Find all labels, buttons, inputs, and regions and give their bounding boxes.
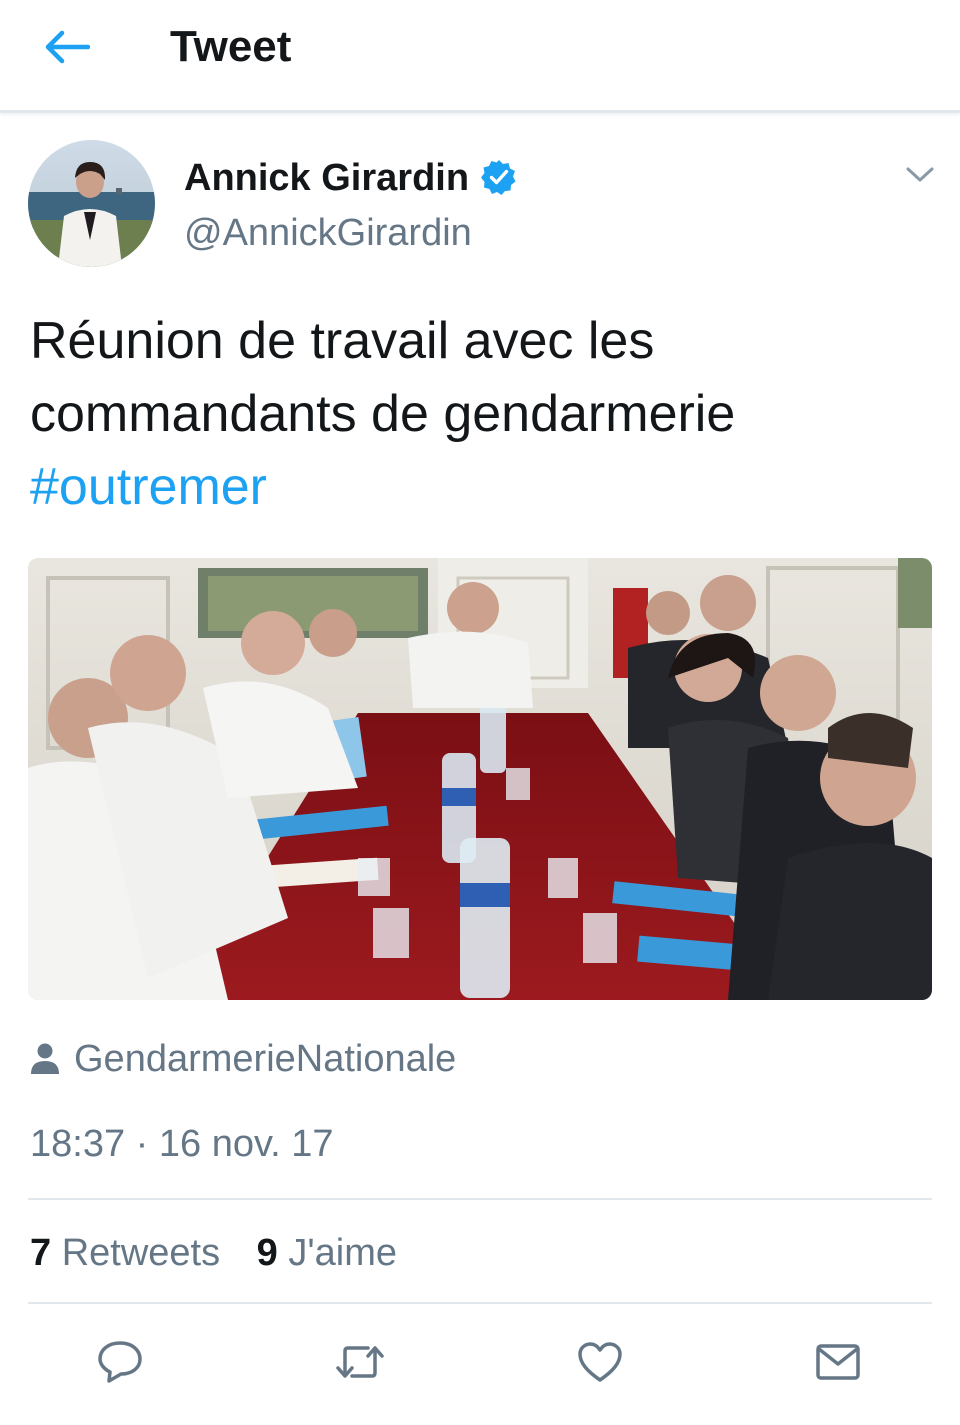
meeting-photo	[28, 558, 932, 1000]
more-options-button[interactable]	[900, 160, 940, 190]
likes-count: 9	[256, 1232, 278, 1274]
back-button[interactable]	[40, 25, 94, 69]
author-display-name[interactable]: Annick Girardin	[184, 155, 469, 201]
tweet-text: Réunion de travail avec les commandants …	[30, 305, 930, 524]
retweets-stat[interactable]: 7 Retweets	[30, 1228, 220, 1278]
avatar[interactable]	[28, 140, 155, 267]
arrow-left-icon	[45, 30, 90, 64]
likes-stat[interactable]: 9 J'aime	[257, 1228, 397, 1278]
divider	[28, 1302, 932, 1304]
top-bar: Tweet	[0, 0, 960, 113]
reply-icon	[98, 1341, 142, 1383]
retweets-count: 7	[30, 1232, 52, 1274]
heart-icon	[578, 1342, 622, 1382]
page-title: Tweet	[170, 22, 292, 71]
chevron-down-icon	[906, 167, 934, 182]
media-credit-user[interactable]: GendarmerieNationale	[74, 1038, 456, 1081]
share-button[interactable]	[808, 1332, 868, 1392]
retweet-icon	[336, 1346, 384, 1378]
retweets-label: Retweets	[61, 1232, 221, 1274]
author-handle[interactable]: @AnnickGirardin	[184, 210, 472, 256]
action-bar	[0, 1320, 960, 1400]
divider	[28, 1198, 932, 1200]
retweet-button[interactable]	[330, 1332, 390, 1392]
hashtag-link[interactable]: #outremer	[30, 451, 930, 524]
verified-badge-icon	[481, 159, 517, 195]
reply-button[interactable]	[90, 1332, 150, 1392]
media-credit: GendarmerieNationale	[30, 1034, 456, 1084]
tweet-text-line: Réunion de travail avec les	[30, 312, 655, 370]
tweet-photo[interactable]	[28, 558, 932, 1000]
avatar-photo	[28, 140, 155, 267]
person-icon	[31, 1043, 59, 1074]
envelope-icon	[816, 1344, 860, 1380]
like-button[interactable]	[570, 1332, 630, 1392]
tweet-timestamp: 18:37 · 16 nov. 17	[30, 1123, 334, 1165]
tweet-stats: 7 Retweets 9 J'aime	[30, 1228, 423, 1278]
tweet-text-line: commandants de gendarmerie	[30, 385, 736, 443]
likes-label: J'aime	[288, 1232, 397, 1274]
